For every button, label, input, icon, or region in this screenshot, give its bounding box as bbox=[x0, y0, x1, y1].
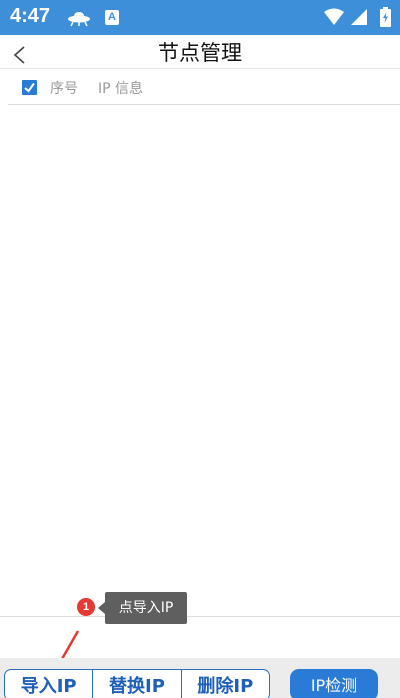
column-seq: 序号 bbox=[50, 81, 78, 97]
action-button-group: 导入IP 替换IP 删除IP bbox=[4, 669, 270, 698]
import-ip-button[interactable]: 导入IP bbox=[5, 670, 94, 698]
signal-icon bbox=[351, 9, 367, 25]
tooltip-arrow bbox=[98, 602, 105, 614]
status-bar: 4:47 A bbox=[0, 0, 400, 35]
select-all-checkbox[interactable] bbox=[22, 80, 37, 95]
table-header: 序号 IP 信息 bbox=[8, 69, 400, 105]
column-ip-info: IP 信息 bbox=[98, 81, 144, 97]
list-divider bbox=[0, 616, 400, 617]
page-title: 节点管理 bbox=[158, 41, 242, 65]
node-list bbox=[0, 106, 400, 616]
guide-tooltip: 点导入IP bbox=[105, 592, 187, 624]
a-icon: A bbox=[105, 10, 119, 25]
wifi-icon bbox=[324, 8, 344, 25]
ip-check-button[interactable]: IP检测 bbox=[290, 669, 378, 698]
checkmark-icon bbox=[24, 82, 35, 93]
ufo-icon bbox=[68, 12, 90, 27]
replace-ip-button[interactable]: 替换IP bbox=[93, 670, 182, 698]
app-header: 节点管理 bbox=[0, 35, 400, 69]
delete-ip-button[interactable]: 删除IP bbox=[182, 670, 269, 698]
step-badge: 1 bbox=[77, 598, 95, 616]
bottom-action-bar: 导入IP 替换IP 删除IP IP检测 bbox=[0, 658, 400, 698]
battery-icon bbox=[380, 7, 391, 27]
status-time: 4:47 bbox=[10, 5, 51, 27]
